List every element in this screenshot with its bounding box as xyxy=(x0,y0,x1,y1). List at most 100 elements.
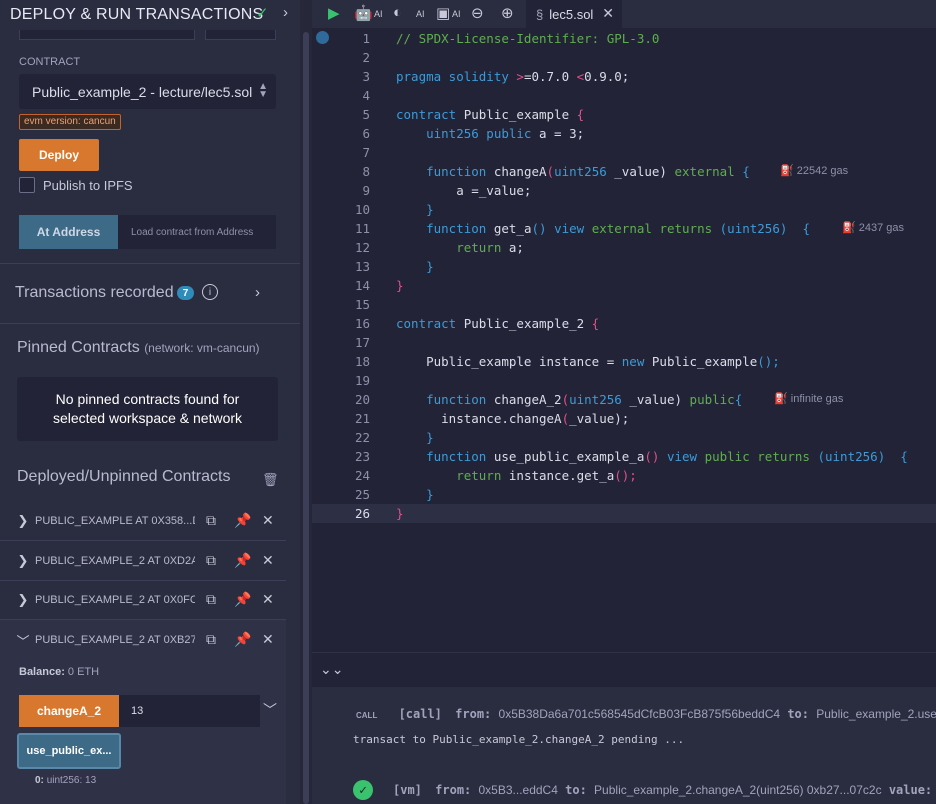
code-token: > xyxy=(516,69,524,84)
close-icon[interactable]: ✕ xyxy=(602,5,614,22)
code-line[interactable]: 6 uint256 public a = 3; xyxy=(312,124,936,143)
code-token: contract xyxy=(396,107,464,122)
code-line[interactable]: 18 Public_example instance = new Public_… xyxy=(312,352,936,371)
code-token: view xyxy=(666,449,705,464)
close-icon[interactable]: ✕ xyxy=(262,631,274,648)
publish-ipfs-checkbox[interactable] xyxy=(19,177,35,193)
code-text: } xyxy=(396,428,434,447)
panel-scrollbar[interactable] xyxy=(300,0,312,804)
code-line[interactable]: 16 contract Public_example_2 { xyxy=(312,314,936,333)
evm-version-badge: evm version: cancun xyxy=(19,114,121,130)
code-line[interactable]: 7 xyxy=(312,143,936,162)
copy-icon[interactable]: ⧉ xyxy=(206,631,216,648)
use-public-example-a-button[interactable]: use_public_ex... xyxy=(17,733,121,769)
code-line[interactable]: 2 xyxy=(312,48,936,67)
code-line[interactable]: 25 } xyxy=(312,485,936,504)
balance-label: Balance: xyxy=(19,666,65,678)
code-line[interactable]: 9 a =_value; xyxy=(312,181,936,200)
chevron-down-icon[interactable]: ﹀ xyxy=(263,700,277,720)
deploy-button[interactable]: Deploy xyxy=(19,139,99,171)
code-line[interactable]: 17 xyxy=(312,333,936,352)
code-line[interactable]: 26} xyxy=(312,504,936,523)
gas-estimate: ⛽ infinite gas xyxy=(774,390,843,409)
double-chevron-down-icon[interactable]: ⌄⌄ xyxy=(320,661,343,678)
code-line[interactable]: 3 pragma solidity >=0.7.0 <0.9.0; xyxy=(312,67,936,86)
code-line[interactable]: 15 xyxy=(312,295,936,314)
code-line[interactable]: 10 } xyxy=(312,200,936,219)
code-line[interactable]: 19 xyxy=(312,371,936,390)
code-line[interactable]: 1 // SPDX-License-Identifier: GPL-3.0 xyxy=(312,29,936,48)
gas-text: infinite gas xyxy=(790,393,844,405)
deployed-contract-row[interactable]: ❯ PUBLIC_EXAMPLE AT 0X358...D5E ⧉ 📌 ✕ xyxy=(0,501,286,541)
contract-label: CONTRACT xyxy=(19,56,81,68)
log-to-value: Public_example_2.changeA_2(uint256) 0xb2… xyxy=(594,783,882,797)
unit-select-stub[interactable] xyxy=(205,30,276,40)
chevron-right-icon[interactable]: ❯ xyxy=(12,513,34,529)
trash-icon[interactable]: 🗑 xyxy=(262,472,279,488)
code-line[interactable]: 22 } xyxy=(312,428,936,447)
gas-text: 2437 gas xyxy=(858,222,905,234)
load-address-input[interactable]: Load contract from Address xyxy=(118,215,276,249)
copy-icon[interactable]: ⧉ xyxy=(206,591,216,608)
contract-name: PUBLIC_EXAMPLE AT 0X358...D5E xyxy=(35,514,195,527)
robot-icon[interactable]: 🤖 xyxy=(354,4,373,22)
toggle-icon[interactable]: ◐ xyxy=(393,4,402,21)
value-input-stub[interactable] xyxy=(19,30,195,40)
pin-icon[interactable]: 📌 xyxy=(234,591,251,608)
code-token: (uint256) { xyxy=(817,449,908,464)
pin-icon[interactable]: 📌 xyxy=(234,631,251,648)
pin-icon[interactable]: 📌 xyxy=(234,512,251,529)
deployed-contract-row[interactable]: ❯ PUBLIC_EXAMPLE_2 AT 0X0FC...9 ⧉ 📌 ✕ xyxy=(0,580,286,620)
log-prefix: [vm] xyxy=(393,783,422,797)
close-icon[interactable]: ✕ xyxy=(262,512,274,529)
contract-select[interactable]: Public_example_2 - lecture/lec5.sol ▲ ▼ xyxy=(19,74,276,109)
code-token: get_a xyxy=(493,221,532,236)
book-icon[interactable]: ▣ xyxy=(436,4,450,22)
line-number: 5 xyxy=(362,107,370,122)
run-icon[interactable]: ▶ xyxy=(328,4,340,22)
tab-lec5-sol[interactable]: § lec5.sol ✕ xyxy=(526,0,622,28)
chevron-right-icon[interactable]: ❯ xyxy=(12,592,34,608)
copy-icon[interactable]: ⧉ xyxy=(206,552,216,569)
code-line[interactable]: 21 instance.changeA(_value); xyxy=(312,409,936,428)
info-icon[interactable]: i xyxy=(202,284,218,300)
copy-icon[interactable]: ⧉ xyxy=(206,512,216,529)
code-line[interactable]: 14} xyxy=(312,276,936,295)
code-token: function xyxy=(396,392,494,407)
deployed-contract-row-expanded[interactable]: ﹀ PUBLIC_EXAMPLE_2 AT 0XB27...C ⧉ 📌 ✕ xyxy=(0,620,286,660)
deployed-contract-row[interactable]: ❯ PUBLIC_EXAMPLE_2 AT 0XD2A...F ⧉ 📌 ✕ xyxy=(0,541,286,581)
scrollbar-thumb[interactable] xyxy=(303,32,309,804)
chevron-right-icon[interactable]: › xyxy=(283,4,288,21)
code-line[interactable]: 13 } xyxy=(312,257,936,276)
changeA2-input[interactable]: 13 xyxy=(119,695,260,727)
code-text: contract Public_example_2 { xyxy=(396,314,599,333)
code-line[interactable]: 12 return a; xyxy=(312,238,936,257)
chevron-right-icon[interactable]: ❯ xyxy=(12,553,34,569)
publish-ipfs-row[interactable]: Publish to IPFS xyxy=(19,177,133,193)
code-line[interactable]: 11 function get_a() view external return… xyxy=(312,219,936,238)
code-token: (); xyxy=(757,354,780,369)
zoom-in-icon[interactable]: ⊕ xyxy=(501,4,514,22)
chevron-right-icon[interactable]: › xyxy=(255,284,260,301)
pin-icon[interactable]: 📌 xyxy=(234,552,251,569)
log-to-key: to: xyxy=(565,783,587,797)
line-number: 18 xyxy=(354,354,370,369)
code-line[interactable]: 23 function use_public_example_a() view … xyxy=(312,447,936,466)
code-token: function xyxy=(396,449,494,464)
chevron-down-icon[interactable]: ﹀ xyxy=(12,631,34,650)
transactions-recorded-title[interactable]: Transactions recorded xyxy=(15,284,174,302)
code-line[interactable]: 5 contract Public_example { xyxy=(312,105,936,124)
changeA2-button[interactable]: changeA_2 xyxy=(19,695,119,727)
code-token: _value) xyxy=(629,392,690,407)
close-icon[interactable]: ✕ xyxy=(262,591,274,608)
code-line[interactable]: 20 function changeA_2(uint256 _value) pu… xyxy=(312,390,936,409)
zoom-out-icon[interactable]: ⊖ xyxy=(471,4,484,22)
code-line[interactable]: 24 return instance.get_a(); xyxy=(312,466,936,485)
code-text: function use_public_example_a() view pub… xyxy=(396,447,908,466)
at-address-button[interactable]: At Address xyxy=(19,215,118,249)
code-line[interactable]: 8 function changeA(uint256 _value) exter… xyxy=(312,162,936,181)
code-line[interactable]: 4 xyxy=(312,86,936,105)
close-icon[interactable]: ✕ xyxy=(262,552,274,569)
line-number: 4 xyxy=(362,88,370,103)
code-token: _value); xyxy=(569,411,630,426)
